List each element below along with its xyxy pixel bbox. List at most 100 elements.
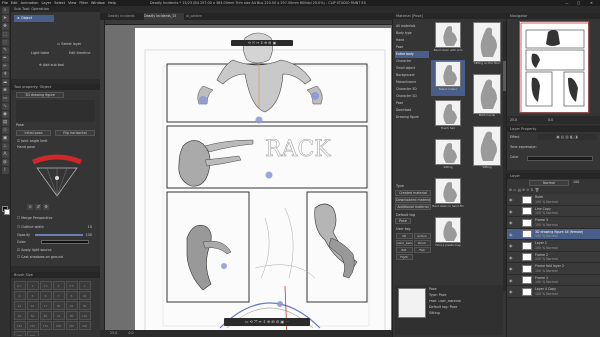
brush-size-option[interactable]: 8: [65, 290, 78, 300]
menu-item[interactable]: Select: [54, 1, 65, 5]
layer-row[interactable]: ◉ 100 % Normal Frame fold layer 2: [507, 263, 600, 275]
balloon-tool-icon[interactable]: ◍: [1, 159, 9, 166]
material-item[interactable]: Sitting: [471, 125, 503, 171]
layer-row[interactable]: ◉ 100 % Normal Layer 4 Copy: [507, 286, 600, 298]
decoration-tool-icon[interactable]: ❀: [1, 87, 9, 94]
material-tree-item[interactable]: Character 3D: [395, 86, 429, 93]
brush-size-option[interactable]: 100: [78, 310, 91, 320]
menu-item[interactable]: Window: [91, 1, 105, 5]
doc-tab-1[interactable]: Deadly Incidents: [108, 13, 142, 20]
brush-size-option[interactable]: 0.7: [13, 280, 26, 290]
edit-timeline-sub-tool[interactable]: Edit timeline: [69, 50, 99, 57]
navigator-preview[interactable]: [519, 21, 590, 114]
material-item[interactable]: Bend down with arm: [431, 21, 465, 57]
menu-item[interactable]: Help: [108, 1, 116, 5]
brush-size-option[interactable]: 400: [13, 330, 26, 336]
brush-size-option[interactable]: 4: [13, 290, 26, 300]
ruler-tool-icon[interactable]: ⊥: [1, 143, 9, 150]
material-tree-item[interactable]: Character: [395, 58, 429, 65]
merge-perspective-checkbox[interactable]: ☐ Merge Perspective: [14, 215, 84, 221]
layer-row[interactable]: ◉ 100 % Normal Line Copy: [507, 205, 600, 217]
brush-size-option[interactable]: 2: [52, 280, 65, 290]
material-item[interactable]: Sitting: [431, 138, 465, 174]
layer-row[interactable]: ◉ 100 % Normal 3D drawing figure 44 (femal…: [507, 228, 600, 240]
reset-icon[interactable]: ↺: [35, 204, 41, 210]
gradient-tool-icon[interactable]: ▤: [1, 119, 9, 126]
outline-color-swatch[interactable]: [41, 240, 89, 244]
brush-size-option[interactable]: 60: [39, 310, 52, 320]
menu-item[interactable]: File: [2, 1, 8, 5]
material-tree-item[interactable]: Download: [395, 107, 429, 114]
brush-size-option[interactable]: 3: [78, 280, 91, 290]
brush-size-option[interactable]: 15: [26, 300, 39, 310]
object-sub-tool[interactable]: ➤ Object: [14, 15, 54, 22]
brush-size-option[interactable]: 12: [13, 300, 26, 310]
zoom-value[interactable]: 25.0: [110, 331, 117, 335]
material-tree-item[interactable]: Body type: [395, 30, 429, 37]
doc-tab-2[interactable]: Deadly Incidents_15: [144, 13, 184, 20]
nav-zoom-value[interactable]: 25.0: [510, 118, 517, 122]
effect-icons[interactable]: ▣ ▤ ▥ ◧ ◨: [537, 134, 597, 140]
material-tree-item[interactable]: All materials: [395, 23, 429, 30]
fill-tool-icon[interactable]: ◉: [1, 111, 9, 118]
brush-size-option[interactable]: 6: [39, 290, 52, 300]
sub-color-swatch[interactable]: [4, 209, 10, 215]
layer-opacity-value[interactable]: 100: [573, 180, 579, 185]
user-tag-button[interactable]: Eat: [395, 246, 413, 253]
material-tree-item[interactable]: Small object: [395, 65, 429, 72]
add-sub-tool-button[interactable]: ⊕ Add sub tool: [39, 62, 79, 69]
brush-size-option[interactable]: 2.5: [65, 280, 78, 290]
eye-icon[interactable]: ◉: [509, 255, 514, 260]
eraser-tool-icon[interactable]: ▭: [1, 95, 9, 102]
canvas-area[interactable]: RACK ⟲ ⤧ ↔ ⇕ ⊕ ⊞ ▣ ▭ ⟲ ⤧ ↔ ⇕ ⊕ ⊞ ⚙ ▣ ⋯ 2…: [100, 20, 392, 337]
figure-tool-icon[interactable]: ◇: [1, 127, 9, 134]
light-table-sub-tool[interactable]: Light table: [31, 50, 57, 57]
material-tree-item[interactable]: Character 2D: [395, 93, 429, 100]
material-item[interactable]: Touch hair: [431, 99, 465, 135]
material-tree-item[interactable]: Monochrome: [395, 79, 429, 86]
object-launcher-bottom[interactable]: ▭ ⟲ ⤧ ↔ ⇕ ⊕ ⊞ ⚙ ▣ ⋯: [224, 318, 310, 326]
operation-tool-icon[interactable]: ➤: [1, 15, 9, 22]
cast-shadow-checkbox[interactable]: ☐ Cast shadows on ground: [14, 254, 98, 260]
pen-tool-icon[interactable]: ✒: [1, 55, 9, 62]
layer-row[interactable]: ◉ 100 % Normal Frame 2: [507, 251, 600, 263]
doc-tab-3[interactable]: dl_pattern: [186, 13, 216, 20]
manga-page[interactable]: RACK ⟲ ⤧ ↔ ⇕ ⊕ ⊞ ▣: [135, 28, 391, 337]
brush-size-option[interactable]: 250: [65, 320, 78, 330]
material-tree-item[interactable]: Pose: [395, 44, 429, 51]
brush-size-option[interactable]: 40: [13, 310, 26, 320]
material-tree-item[interactable]: Background: [395, 72, 429, 79]
maximize-button[interactable]: ▢: [577, 0, 580, 6]
material-tree-item[interactable]: Hand: [395, 37, 429, 44]
material-tree-item[interactable]: Entire body: [395, 51, 429, 58]
pencil-tool-icon[interactable]: ✏: [1, 63, 9, 70]
brush-size-option[interactable]: 5: [26, 290, 39, 300]
menu-item[interactable]: Animation: [21, 1, 39, 5]
settings-icon[interactable]: ⚙: [43, 204, 49, 210]
material-tree-item[interactable]: Pose: [395, 100, 429, 107]
blend-mode-dropdown[interactable]: Normal: [529, 180, 569, 186]
text-tool-icon[interactable]: A: [1, 151, 9, 158]
brush-size-option[interactable]: 1: [26, 280, 39, 290]
menu-item[interactable]: Filter: [79, 1, 88, 5]
frame-tool-icon[interactable]: ▣: [1, 135, 9, 142]
user-tag-button[interactable]: Action: [413, 232, 431, 239]
outline-width-row[interactable]: ☐ Outline width 10: [14, 224, 98, 230]
hand-pose-controller[interactable]: [29, 150, 85, 202]
airbrush-tool-icon[interactable]: ☁: [1, 79, 9, 86]
brush-size-option[interactable]: 200: [52, 320, 65, 330]
eyedropper-icon[interactable]: ✎: [1, 47, 9, 54]
eye-icon[interactable]: ◉: [509, 266, 514, 271]
brush-size-option[interactable]: 70: [52, 310, 65, 320]
object-launcher-top[interactable]: ⟲ ⤧ ↔ ⇕ ⊕ ⊞ ▣: [231, 40, 293, 46]
material-item[interactable]: Bent down in hand 3D: [431, 177, 465, 213]
menu-item[interactable]: View: [68, 1, 76, 5]
apply-light-checkbox[interactable]: ☑ Apply light source: [14, 247, 98, 253]
downloaded-material-button[interactable]: Downloaded material: [395, 197, 431, 203]
eye-icon[interactable]: ◉: [509, 278, 514, 283]
lock-icon[interactable]: ⊙: [27, 204, 33, 210]
menu-item[interactable]: Edit: [11, 1, 18, 5]
brush-size-option[interactable]: 500: [26, 330, 39, 336]
eye-icon[interactable]: ◉: [509, 289, 514, 294]
menu-item[interactable]: Layer: [41, 1, 51, 5]
